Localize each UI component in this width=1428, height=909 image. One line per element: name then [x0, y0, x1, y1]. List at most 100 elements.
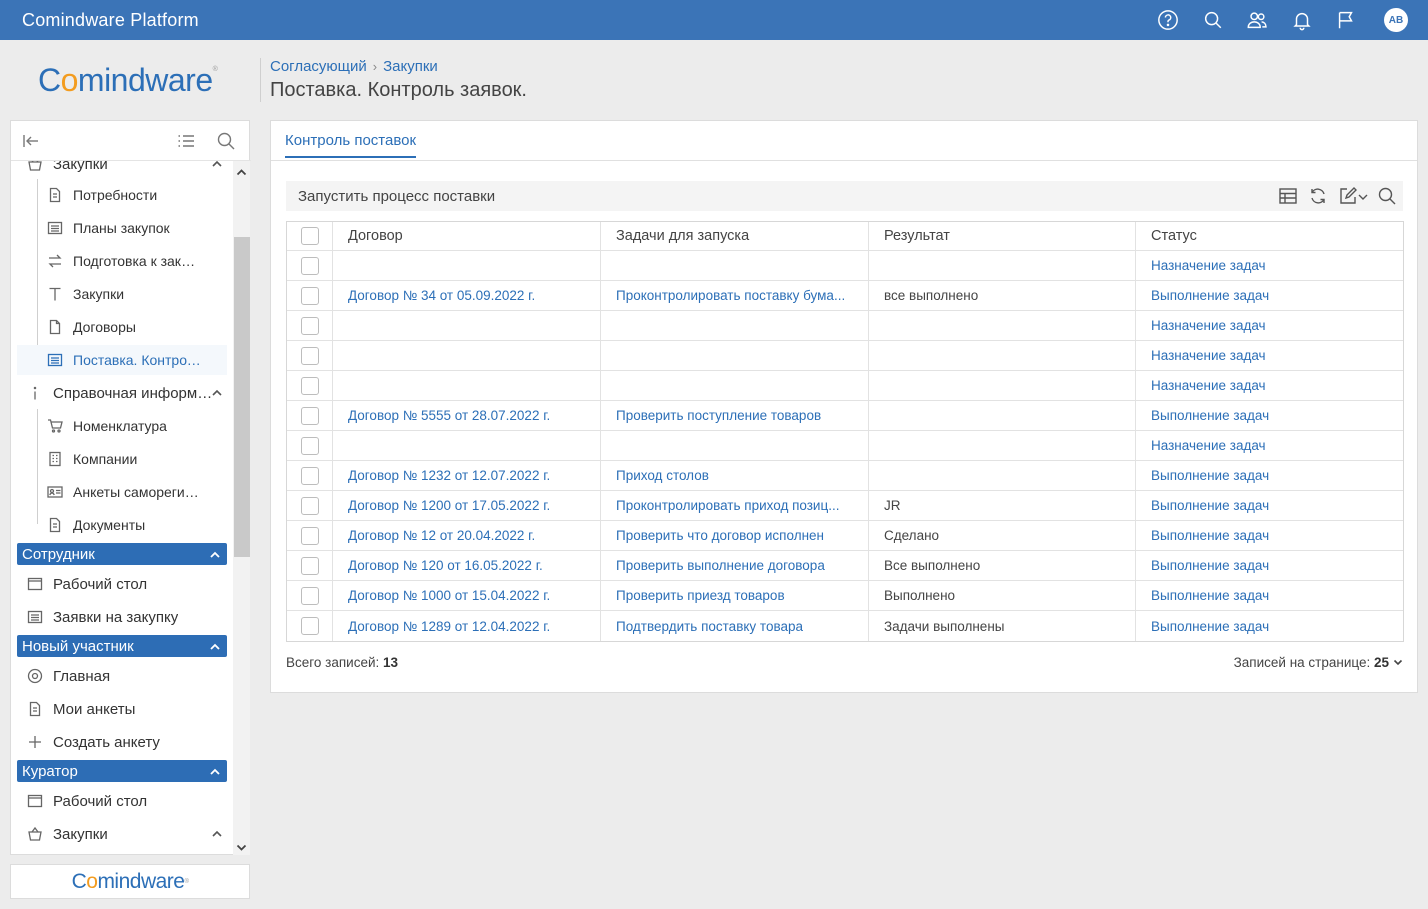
table-row[interactable]: Назначение задач [287, 371, 1403, 401]
row-checkbox[interactable] [301, 526, 319, 545]
row-checkbox[interactable] [301, 617, 319, 635]
sidebar-item-purchase-requests[interactable]: Заявки на закупку [17, 602, 227, 632]
chevron-up-icon[interactable] [209, 548, 221, 560]
chevron-down-icon[interactable] [1357, 186, 1369, 206]
chevron-up-icon[interactable] [211, 161, 223, 169]
chevron-up-icon[interactable] [209, 765, 221, 777]
avatar[interactable]: AB [1384, 8, 1408, 32]
records-per-page[interactable]: Записей на странице: 25 [1234, 655, 1403, 670]
table-row[interactable]: Назначение задач [287, 311, 1403, 341]
row-checkbox[interactable] [301, 286, 319, 305]
sidebar-item-contracts[interactable]: Договоры [17, 312, 227, 342]
table-row[interactable]: Назначение задач [287, 431, 1403, 461]
row-checkbox[interactable] [301, 376, 319, 395]
status-link[interactable]: Назначение задач [1151, 348, 1266, 363]
chevron-up-icon[interactable] [211, 827, 223, 839]
contract-link[interactable]: Договор № 1200 от 17.05.2022 г. [348, 498, 550, 513]
sidebar-item-curator-desktop[interactable]: Рабочий стол [17, 786, 227, 816]
status-link[interactable]: Выполнение задач [1151, 288, 1269, 303]
table-row[interactable]: Договор № 120 от 16.05.2022 г. Проверить … [287, 551, 1403, 581]
sidebar-group-new-participant[interactable]: Новый участник [17, 635, 227, 657]
sidebar-item-plans[interactable]: Планы закупок [17, 213, 227, 243]
contract-link[interactable]: Договор № 1000 от 15.04.2022 г. [348, 588, 550, 603]
chevron-up-icon[interactable] [209, 640, 221, 652]
table-row[interactable]: Договор № 34 от 05.09.2022 г. Проконтроли… [287, 281, 1403, 311]
table-row[interactable]: Договор № 1000 от 15.04.2022 г. Проверить… [287, 581, 1403, 611]
row-checkbox[interactable] [301, 256, 319, 275]
contract-link[interactable]: Договор № 1289 от 12.04.2022 г. [348, 619, 550, 634]
sidebar-group-employee[interactable]: Сотрудник [17, 543, 227, 565]
status-link[interactable]: Выполнение задач [1151, 528, 1269, 543]
breadcrumb-current[interactable]: Закупки [383, 58, 438, 75]
task-link[interactable]: Проконтролировать поставку бума... [616, 288, 845, 303]
task-link[interactable]: Подтвердить поставку товара [616, 619, 803, 634]
scroll-up-icon[interactable] [236, 165, 247, 176]
sidebar-item-nomenclature[interactable]: Номенклатура [17, 411, 227, 441]
table-view-icon[interactable] [1278, 186, 1298, 206]
contract-link[interactable]: Договор № 1232 от 12.07.2022 г. [348, 468, 550, 483]
row-checkbox[interactable] [301, 406, 319, 425]
sidebar-item-purchases[interactable]: Закупки [17, 279, 227, 309]
tab-delivery-control[interactable]: Контроль поставок [285, 132, 417, 158]
sidebar-item-delivery-control[interactable]: Поставка. Контроль заявок. [17, 345, 227, 375]
users-icon[interactable] [1245, 8, 1269, 32]
grid-search-icon[interactable] [1377, 186, 1397, 206]
scrollbar-thumb[interactable] [234, 237, 250, 557]
contract-link[interactable]: Договор № 5555 от 28.07.2022 г. [348, 408, 550, 423]
sidebar-item-my-forms[interactable]: Мои анкеты [17, 694, 227, 724]
records-per-page-value[interactable]: 25 [1374, 655, 1389, 670]
row-checkbox[interactable] [301, 586, 319, 605]
row-checkbox[interactable] [301, 556, 319, 575]
list-view-icon[interactable] [176, 131, 196, 151]
chevron-down-icon[interactable] [1389, 655, 1403, 670]
edit-icon[interactable] [1338, 186, 1358, 206]
refresh-icon[interactable] [1308, 186, 1328, 206]
sidebar-item-companies[interactable]: Компании [17, 444, 227, 474]
sidebar-item-zakupki-section[interactable]: Закупки [17, 161, 227, 179]
table-row[interactable]: Договор № 1289 от 12.04.2022 г. Подтверди… [287, 611, 1403, 641]
sidebar-item-create-form[interactable]: Создать анкету [17, 727, 227, 757]
table-row[interactable]: Назначение задач [287, 341, 1403, 371]
status-link[interactable]: Выполнение задач [1151, 468, 1269, 483]
task-link[interactable]: Проверить поступление товаров [616, 408, 821, 423]
status-link[interactable]: Выполнение задач [1151, 498, 1269, 513]
start-delivery-process-button[interactable]: Запустить процесс поставки [298, 188, 495, 205]
sidebar-item-home[interactable]: Главная [17, 661, 227, 691]
status-link[interactable]: Назначение задач [1151, 378, 1266, 393]
task-link[interactable]: Проконтролировать приход позиц... [616, 498, 839, 513]
sidebar-item-self-registration[interactable]: Анкеты саморегистрации [17, 477, 227, 507]
task-link[interactable]: Проверить приезд товаров [616, 588, 785, 603]
sidebar-item-needs[interactable]: Потребности [17, 180, 227, 210]
column-header-contract[interactable]: Договор [333, 222, 601, 250]
sidebar-item-documents[interactable]: Документы [17, 510, 227, 540]
status-link[interactable]: Выполнение задач [1151, 619, 1269, 634]
table-row[interactable]: Договор № 5555 от 28.07.2022 г. Проверить… [287, 401, 1403, 431]
sidebar-item-preparation[interactable]: Подготовка к закупке [17, 246, 227, 276]
status-link[interactable]: Выполнение задач [1151, 558, 1269, 573]
table-row[interactable]: Договор № 1200 от 17.05.2022 г. Проконтро… [287, 491, 1403, 521]
status-link[interactable]: Назначение задач [1151, 438, 1266, 453]
help-icon[interactable] [1156, 8, 1180, 32]
select-all-checkbox[interactable] [301, 227, 319, 245]
contract-link[interactable]: Договор № 120 от 16.05.2022 г. [348, 558, 543, 573]
sidebar-search-icon[interactable] [216, 131, 236, 151]
table-row[interactable]: Договор № 12 от 20.04.2022 г. Проверить ч… [287, 521, 1403, 551]
search-icon[interactable] [1201, 8, 1225, 32]
task-link[interactable]: Приход столов [616, 468, 709, 483]
table-row[interactable]: Договор № 1232 от 12.07.2022 г. Приход ст… [287, 461, 1403, 491]
contract-link[interactable]: Договор № 34 от 05.09.2022 г. [348, 288, 535, 303]
column-header-tasks[interactable]: Задачи для запуска [601, 222, 869, 250]
column-header-result[interactable]: Результат [869, 222, 1136, 250]
task-link[interactable]: Проверить что договор исполнен [616, 528, 824, 543]
column-header-status[interactable]: Статус [1136, 222, 1404, 250]
bell-icon[interactable] [1290, 8, 1314, 32]
row-checkbox[interactable] [301, 316, 319, 335]
sidebar-scrollbar[interactable] [233, 161, 250, 855]
status-link[interactable]: Выполнение задач [1151, 408, 1269, 423]
table-row[interactable]: Назначение задач [287, 251, 1403, 281]
status-link[interactable]: Назначение задач [1151, 258, 1266, 273]
sidebar-item-employee-desktop[interactable]: Рабочий стол [17, 569, 227, 599]
collapse-sidebar-icon[interactable] [21, 131, 41, 151]
flag-icon[interactable] [1334, 8, 1358, 32]
scroll-down-icon[interactable] [236, 840, 247, 851]
